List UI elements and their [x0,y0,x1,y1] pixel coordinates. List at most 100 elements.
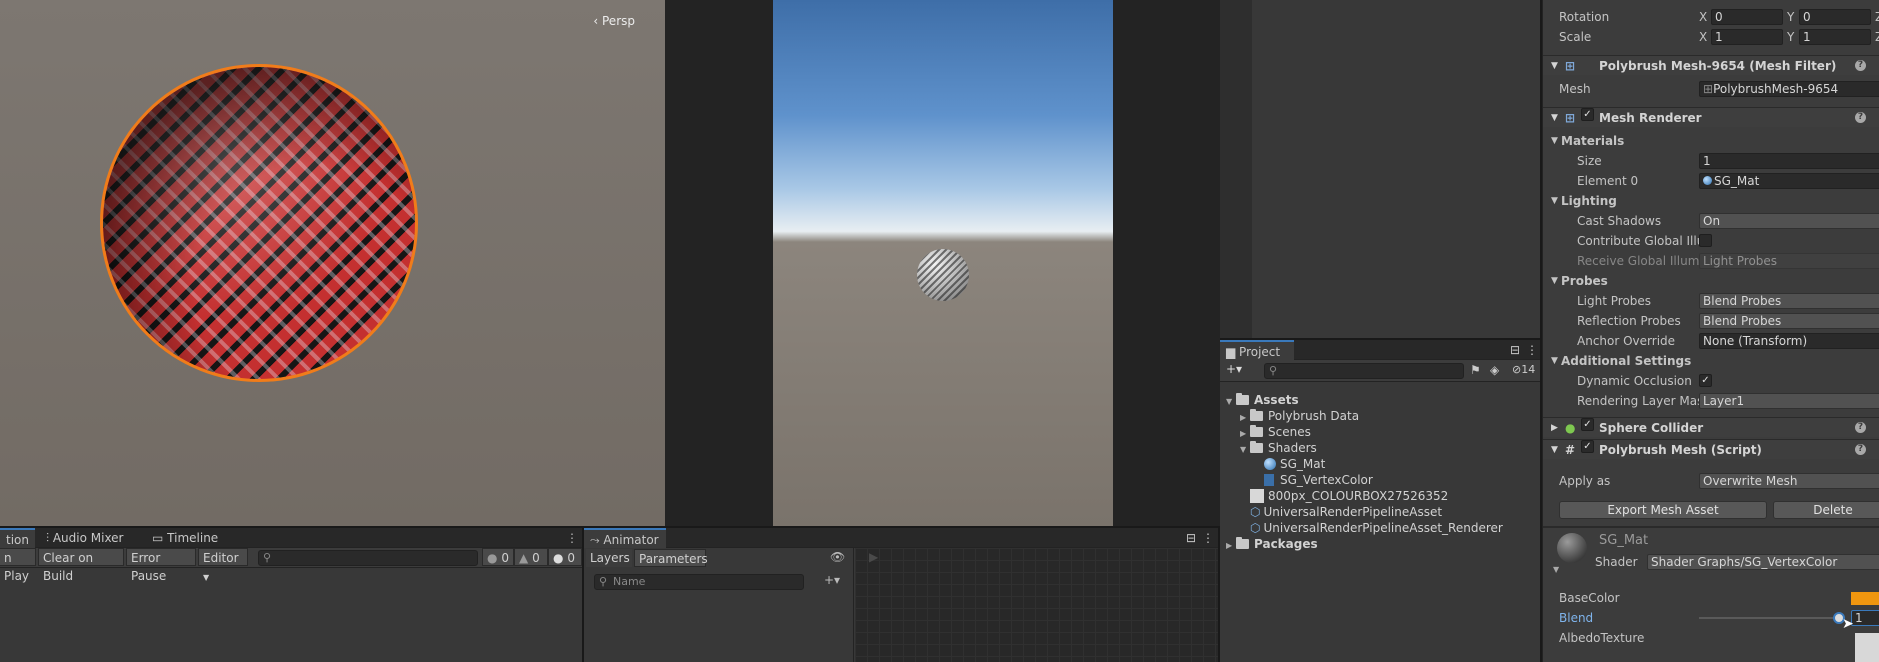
search-icon: ⚲ [1269,364,1278,377]
export-mesh-asset-button[interactable]: Export Mesh Asset [1559,501,1767,519]
polybrush-mesh-enabled-checkbox[interactable]: ✓ [1581,440,1594,453]
delete-button[interactable]: Delete [1773,501,1879,519]
parameters-tab[interactable]: Parameters [634,549,708,567]
blend-slider-track[interactable] [1699,617,1839,619]
apply-as-dropdown[interactable]: Overwrite Mesh [1699,473,1879,489]
clear-on-build-button[interactable]: Clear on Build [38,548,124,583]
base-color-field[interactable] [1851,592,1879,605]
expand-arrow-icon: ▼ [1240,445,1247,454]
tree-item-assets[interactable]: ▼ Assets [1226,392,1299,408]
light-probes-dropdown[interactable]: Blend Probes [1699,293,1879,309]
layers-tab[interactable]: Layers [586,549,632,567]
animator-icon: ⤳ [590,533,604,547]
game-view[interactable] [773,0,1113,526]
editor-dropdown[interactable]: Editor ▼ [198,548,248,582]
tree-item-packages[interactable]: ▶ Packages [1226,536,1318,552]
shader-icon [1264,474,1274,486]
help-icon[interactable]: ? [1855,60,1866,71]
tab-timeline[interactable]: ▭ Timeline [146,528,224,548]
element0-object-field[interactable]: SG_Mat [1699,173,1879,189]
shader-dropdown[interactable]: Shader Graphs/SG_VertexColor [1647,554,1879,570]
size-row: Size 1 [1543,152,1879,170]
anchor-override-field[interactable]: None (Transform) [1699,333,1879,349]
tree-item-sg-mat[interactable]: SG_Mat [1264,456,1325,472]
expand-arrow-icon: ▼ [1551,196,1558,206]
animator-menu-icon[interactable]: ⋮ [1196,528,1220,548]
base-color-row: BaseColor [1543,589,1879,607]
create-icon[interactable]: +▾ [1226,362,1242,376]
scale-y-field[interactable]: 1 [1799,29,1871,45]
persp-label[interactable]: ‹ Persp [593,14,635,28]
blend-value-field[interactable]: 1 [1851,610,1879,626]
tree-item-scenes[interactable]: ▶ Scenes [1240,424,1311,440]
dynamic-occlusion-checkbox[interactable]: ✓ [1699,374,1712,387]
tree-item-texture[interactable]: 800px_COLOURBOX27526352 [1250,488,1448,504]
mesh-filter-header[interactable]: ▼ ⊞ Polybrush Mesh-9654 (Mesh Filter) ? [1543,55,1879,75]
breadcrumb-arrow-icon: ▶ [869,550,879,564]
mesh-object-field[interactable]: ⊞PolybrushMesh-9654 [1699,81,1879,97]
albedo-texture-thumbnail[interactable] [1855,633,1879,662]
scene-view[interactable]: ‹ Persp [0,0,665,526]
console-toolbar: n Play Clear on Build Error Pause Editor… [0,548,582,583]
rotation-x-field[interactable]: 0 [1711,9,1783,25]
tree-item-shaders[interactable]: ▼ Shaders [1240,440,1317,456]
project-menu-icon[interactable]: ⋮ [1520,340,1544,360]
expand-arrow-icon[interactable]: ▼ [1553,565,1559,574]
rendering-layer-dropdown[interactable]: Layer1 [1699,393,1879,409]
additional-settings-foldout[interactable]: ▼ Additional Settings [1543,352,1879,370]
tree-item-urp-asset[interactable]: ⬡ UniversalRenderPipelineAsset [1250,504,1442,520]
polybrush-mesh-header[interactable]: ▼ # ✓ Polybrush Mesh (Script) ? [1543,439,1879,459]
error-on-play-button[interactable]: n Play [0,548,36,583]
sphere-collider-enabled-checkbox[interactable]: ✓ [1581,418,1594,431]
mesh-renderer-header[interactable]: ▼ ⊞ ✓ Mesh Renderer ? [1543,107,1879,127]
tab-console[interactable]: tion [0,528,35,548]
eye-icon[interactable]: 👁 [830,550,845,564]
hidden-packages-toggle[interactable]: ⊘14 [1512,363,1535,376]
sphere-collider-header[interactable]: ▶ ● ✓ Sphere Collider ? [1543,417,1879,437]
x-label: X [1699,30,1708,44]
rotation-y-field[interactable]: 0 [1799,9,1871,25]
project-toolbar: +▾ ⚲ ⚑ ◈ ⊘14 [1220,360,1540,382]
materials-foldout[interactable]: ▼ Materials [1543,132,1879,150]
cast-shadows-dropdown[interactable]: On [1699,213,1879,229]
tab-audio-mixer[interactable]: ⫶ Audio Mixer [40,528,130,548]
project-search-input[interactable]: ⚲ [1264,363,1464,379]
console-menu-icon[interactable]: ⋮ [560,528,584,548]
console-search-input[interactable]: ⚲ [258,550,478,566]
animator-graph[interactable]: ▶ [855,548,1218,662]
search-icon: ⚲ [599,575,608,588]
folder-icon: ▆ [1226,345,1240,359]
log-count-toggle[interactable]: ● 0 [482,548,514,566]
script-icon: # [1565,443,1576,457]
filter-label-icon[interactable]: ◈ [1490,363,1499,377]
divider [1543,526,1879,528]
help-icon[interactable]: ? [1855,444,1866,455]
animator-sidebar: Layers Parameters 👁 ⚲ Name +▾ [584,548,854,662]
scale-x-field[interactable]: 1 [1711,29,1783,45]
filter-type-icon[interactable]: ⚑ [1470,363,1481,377]
add-parameter-icon[interactable]: +▾ [824,573,840,587]
lighting-foldout[interactable]: ▼ Lighting [1543,192,1879,210]
error-icon: ● [553,551,564,565]
help-icon[interactable]: ? [1855,112,1866,123]
warning-count-toggle[interactable]: ▲ 0 [514,548,548,566]
tree-item-urp-renderer[interactable]: ⬡ UniversalRenderPipelineAsset_Renderer [1250,520,1503,536]
reflection-probes-dropdown[interactable]: Blend Probes [1699,313,1879,329]
error-count-toggle[interactable]: ● 0 [548,548,582,566]
timeline-icon: ▭ [152,531,168,545]
tab-animator[interactable]: ⤳ Animator [584,528,666,548]
collapse-arrow-icon: ▶ [1551,423,1558,433]
size-field[interactable]: 1 [1699,153,1879,169]
probes-foldout[interactable]: ▼ Probes [1543,272,1879,290]
tree-item-polybrush-data[interactable]: ▶ Polybrush Data [1240,408,1359,424]
tree-item-sg-vertexcolor[interactable]: SG_VertexColor [1264,472,1373,488]
selected-sphere[interactable] [100,64,418,382]
contribute-gi-checkbox[interactable] [1699,234,1712,247]
error-pause-button[interactable]: Error Pause [126,548,196,583]
help-icon[interactable]: ? [1855,422,1866,433]
mesh-renderer-enabled-checkbox[interactable]: ✓ [1581,108,1594,121]
tab-project[interactable]: ▆ Project [1220,340,1294,360]
material-name: SG_Mat [1599,533,1649,548]
rendering-layer-row: Rendering Layer Mas Layer1 [1543,392,1879,410]
parameter-search-input[interactable]: ⚲ Name [594,574,804,590]
